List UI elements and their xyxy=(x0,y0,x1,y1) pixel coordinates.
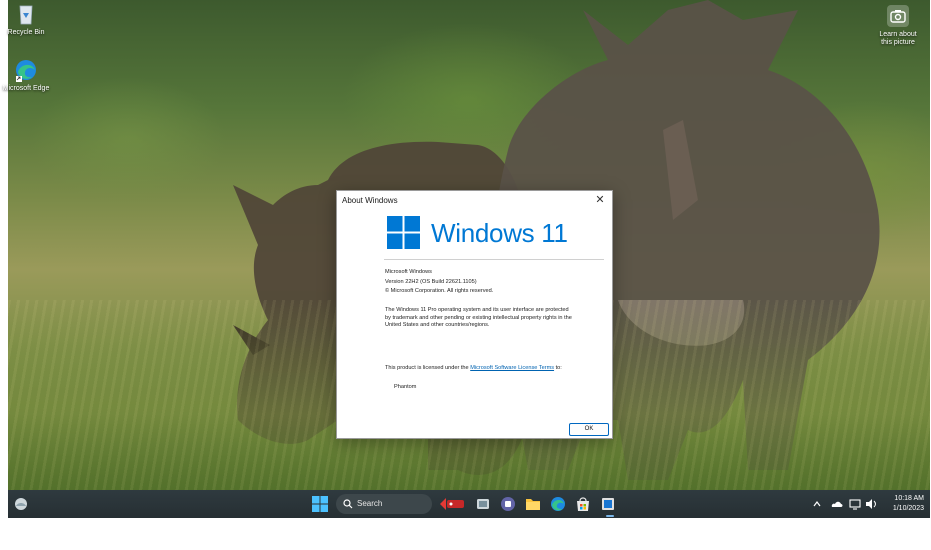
task-view-icon[interactable] xyxy=(474,495,492,513)
learn-about-picture-label: Learn about this picture xyxy=(879,31,917,46)
learn-about-picture[interactable]: Learn about this picture xyxy=(874,4,922,47)
search-icon xyxy=(343,499,353,509)
camera-icon xyxy=(887,5,909,27)
close-icon[interactable]: ✕ xyxy=(592,192,608,208)
edge-label: Microsoft Edge xyxy=(2,85,50,92)
teams-icon[interactable] xyxy=(499,495,517,513)
settings-icon[interactable] xyxy=(599,495,617,513)
recycle-bin-icon xyxy=(19,5,33,25)
start-icon[interactable] xyxy=(311,495,329,513)
legal-notice: The Windows 11 Pro operating system and … xyxy=(385,307,572,329)
license-suffix: to: xyxy=(554,365,562,371)
version-info: Microsoft Windows Version 22H2 (OS Build… xyxy=(385,268,493,297)
divider xyxy=(384,259,604,260)
onedrive-icon[interactable] xyxy=(830,497,844,511)
taskbar-clock[interactable]: 10:18 AM 1/10/2023 xyxy=(880,494,924,514)
edge-icon xyxy=(16,60,36,82)
network-icon[interactable] xyxy=(848,497,862,511)
taskbar: Search 10:18 AM 1/10/2023 xyxy=(8,490,930,518)
app-icon[interactable] xyxy=(438,495,466,513)
clock-time: 10:18 AM xyxy=(894,495,924,502)
volume-icon[interactable] xyxy=(864,497,878,511)
license-statement: This product is licensed under the Micro… xyxy=(385,365,575,373)
licensee-name: Phantom xyxy=(394,384,417,390)
edge-icon[interactable] xyxy=(549,495,567,513)
store-icon[interactable] xyxy=(574,495,592,513)
windows-11-wordmark: Windows 11 xyxy=(431,218,568,248)
version-text: Version 22H2 (OS Build 22621.1105) xyxy=(385,278,477,285)
folder-icon[interactable] xyxy=(524,495,542,513)
license-terms-link[interactable]: Microsoft Software License Terms xyxy=(470,365,554,371)
active-app-indicator xyxy=(606,515,614,517)
windows-logo-icon xyxy=(387,216,420,249)
chevron-up-icon[interactable] xyxy=(812,497,822,511)
search-label: Search xyxy=(357,499,383,508)
product-name: Microsoft Windows xyxy=(385,269,432,275)
clock-date: 1/10/2023 xyxy=(892,505,924,512)
edge-desktop-icon[interactable]: Microsoft Edge xyxy=(2,58,50,93)
about-windows-dialog: About Windows ✕ Windows 11 Microsoft Win… xyxy=(336,190,613,439)
widgets-icon[interactable] xyxy=(12,495,30,513)
recycle-bin-label: Recycle Bin xyxy=(7,29,45,36)
dialog-title: About Windows xyxy=(342,196,398,205)
taskbar-search-box[interactable]: Search xyxy=(336,494,432,514)
license-prefix: This product is licensed under the xyxy=(385,365,471,371)
recycle-bin-desktop-icon[interactable]: Recycle Bin xyxy=(2,2,50,37)
ok-button[interactable]: OK xyxy=(569,423,609,436)
copyright-text: © Microsoft Corporation. All rights rese… xyxy=(385,288,494,294)
